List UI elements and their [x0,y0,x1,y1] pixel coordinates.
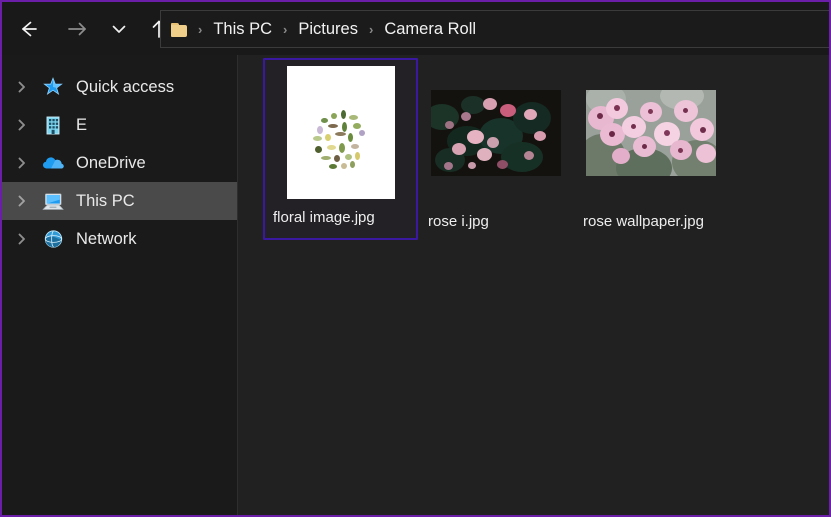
file-item[interactable]: rose wallpaper.jpg [573,58,728,244]
arrow-right-icon [65,18,87,40]
file-grid: floral image.jpg rose i.jpg rose wallpap… [263,58,829,244]
sidebar-item-onedrive[interactable]: OneDrive [2,144,237,182]
sidebar-item-label: This PC [76,191,135,210]
sidebar-item-label: Network [76,229,137,248]
address-bar[interactable]: › This PC › Pictures › Camera Roll [160,10,829,48]
chevron-right-icon[interactable] [10,151,34,175]
chevron-right-icon[interactable] [10,227,34,251]
arrow-left-icon [17,18,39,40]
recent-locations-button[interactable] [102,12,136,46]
rose-wallpaper-thumbnail [585,89,716,176]
forward-button[interactable] [59,12,93,46]
breadcrumb-separator: › [368,21,374,37]
breadcrumb: › This PC › Pictures › Camera Roll [171,11,480,47]
breadcrumb-item-pictures[interactable]: Pictures [294,18,362,41]
sidebar-item-this-pc[interactable]: This PC [2,182,237,220]
breadcrumb-item-camera-roll[interactable]: Camera Roll [380,18,480,41]
file-name: floral image.jpg [273,209,375,226]
file-item[interactable]: floral image.jpg [263,58,418,241]
thumbnail [585,66,716,199]
network-icon [40,227,66,251]
floral-image-thumbnail [286,66,395,199]
breadcrumb-separator: › [198,21,203,37]
chevron-right-icon[interactable] [10,189,34,213]
sidebar-item-label: E [76,115,88,134]
sidebar-item-network[interactable]: Network [2,220,237,258]
chevron-down-icon [109,19,129,39]
sidebar-item-label: OneDrive [76,153,146,172]
breadcrumb-item-this-pc[interactable]: This PC [209,18,276,41]
sidebar-item-label: Quick access [76,77,175,96]
file-item[interactable]: rose i.jpg [418,58,573,244]
back-button[interactable] [11,12,45,46]
folder-icon[interactable] [171,22,189,37]
file-name: rose i.jpg [428,213,489,230]
sidebar-item-e[interactable]: E [2,106,237,144]
star-icon [40,75,66,99]
building-icon [40,113,66,137]
file-name: rose wallpaper.jpg [583,213,704,230]
file-list-pane[interactable]: floral image.jpg rose i.jpg rose wallpap… [238,55,829,515]
computer-icon [40,189,66,213]
rose-i-thumbnail [430,89,561,176]
thumbnail [276,66,406,199]
sidebar-item-quick-access[interactable]: Quick access [2,68,237,106]
navigation-pane: Quick access E OneDrive This PC Network [2,55,238,515]
explorer-body: Quick access E OneDrive This PC Network … [2,55,829,515]
chevron-right-icon[interactable] [10,75,34,99]
cloud-icon [40,151,66,175]
explorer-window: › This PC › Pictures › Camera Roll Quick… [0,0,831,517]
chevron-right-icon[interactable] [10,113,34,137]
breadcrumb-separator: › [283,21,288,37]
thumbnail [430,66,561,199]
